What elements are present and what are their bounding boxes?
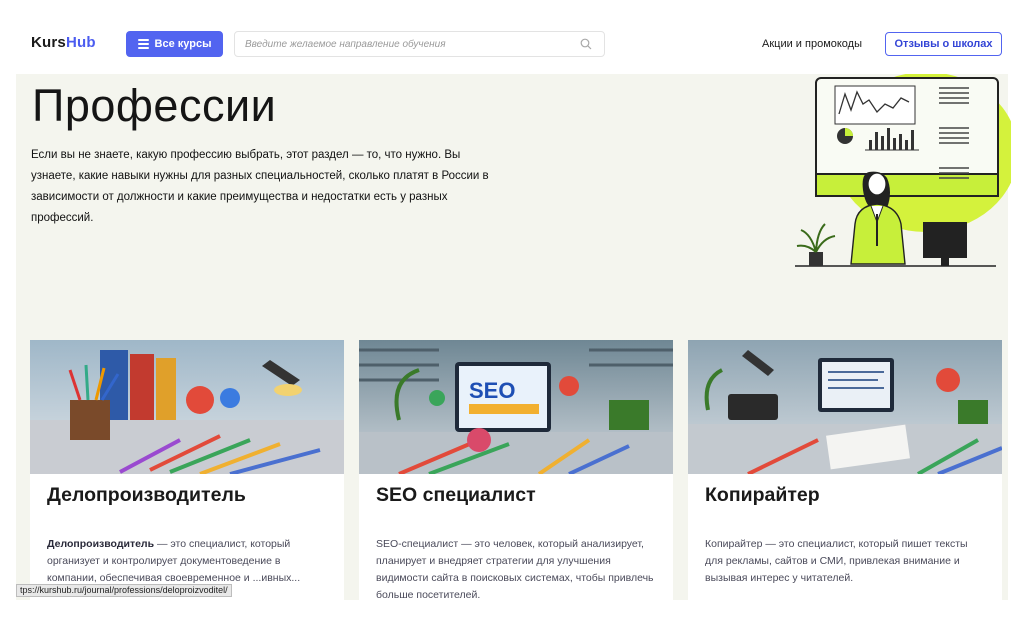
card-title[interactable]: Делопроизводитель	[47, 484, 246, 507]
search-box	[234, 31, 605, 57]
search-input[interactable]	[235, 32, 565, 56]
profession-card-seo[interactable]: SEO SEO специалист SEO-специалист — это …	[359, 340, 673, 600]
hero-section: Профессии Если вы не знаете, какую профе…	[16, 74, 1011, 324]
card-description-bold: Делопроизводитель	[47, 538, 155, 550]
all-courses-button[interactable]: Все курсы	[126, 31, 223, 57]
card-title[interactable]: SEO специалист	[376, 484, 536, 507]
profession-card-copywriter[interactable]: Копирайтер Копирайтер — это специалист, …	[688, 340, 1002, 600]
hero-description: Если вы не знаете, какую профессию выбра…	[31, 149, 489, 224]
all-courses-label: Все курсы	[154, 38, 212, 50]
card-title[interactable]: Копирайтер	[705, 484, 820, 507]
card-description: Копирайтер — это специалист, который пиш…	[705, 538, 968, 584]
search-icon[interactable]	[580, 38, 592, 50]
card-image-office-desk	[30, 340, 344, 474]
promo-link[interactable]: Акции и промокоды	[762, 38, 862, 50]
page-title: Профессии	[32, 80, 277, 131]
svg-text:SEO: SEO	[469, 378, 515, 403]
site-header: KursHub Все курсы Акции и промокоды Отзы…	[0, 0, 1024, 74]
card-image-seo-workspace: SEO	[359, 340, 673, 474]
menu-icon	[137, 39, 149, 49]
card-description: SEO-специалист — это человек, который ан…	[376, 538, 654, 600]
logo-text-kurs: Kurs	[31, 34, 66, 51]
school-reviews-button[interactable]: Отзывы о школах	[885, 32, 1002, 56]
status-bar-url: tps://kurshub.ru/journal/professions/del…	[16, 584, 232, 597]
card-image-copywriter-desk	[688, 340, 1002, 474]
site-logo[interactable]: KursHub	[31, 34, 96, 51]
card-description: Делопроизводитель — это специалист, кото…	[47, 536, 327, 587]
hero-illustration	[795, 74, 1011, 267]
profession-card-clerk[interactable]: Делопроизводитель Делопроизводитель — эт…	[30, 340, 344, 600]
logo-text-hub: Hub	[65, 34, 96, 51]
